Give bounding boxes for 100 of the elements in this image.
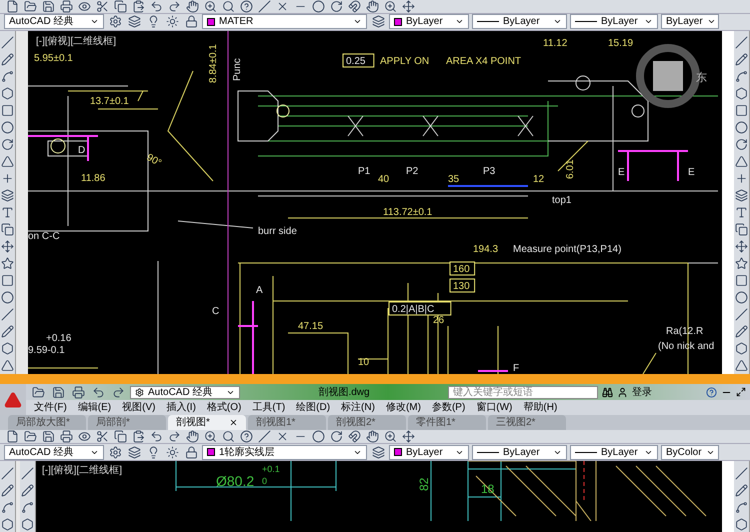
help-icon[interactable]: [238, 430, 254, 444]
menu-item[interactable]: 格式(O): [206, 400, 242, 416]
lineweight-dropdown[interactable]: ByLayer: [570, 444, 658, 460]
spline-icon[interactable]: [0, 68, 15, 85]
move-icon[interactable]: [400, 0, 416, 13]
copy-icon[interactable]: [112, 0, 128, 13]
circle-icon[interactable]: [310, 430, 326, 444]
line-icon[interactable]: [0, 306, 15, 323]
linetype-dropdown[interactable]: ByLayer: [472, 444, 567, 460]
spline-icon[interactable]: [20, 499, 35, 515]
copy-icon[interactable]: [112, 430, 128, 444]
scrollbar[interactable]: [722, 461, 734, 532]
save-icon[interactable]: [50, 384, 66, 400]
arc-icon[interactable]: [734, 136, 749, 153]
circle-icon[interactable]: [0, 120, 15, 136]
document-tab[interactable]: 剖视图2*: [328, 415, 406, 430]
menu-item[interactable]: 视图(V): [122, 400, 156, 416]
scissors-icon[interactable]: [94, 430, 110, 444]
polygon-icon[interactable]: [20, 516, 35, 532]
triangle-icon[interactable]: [734, 358, 749, 374]
rotate-icon[interactable]: [328, 430, 344, 444]
menu-item[interactable]: 文件(F): [34, 400, 67, 416]
search-icon[interactable]: [220, 0, 236, 13]
preview-icon[interactable]: [76, 430, 92, 444]
viewport-label[interactable]: [-][俯视][二维线框]: [36, 34, 116, 49]
document-tab[interactable]: 局部放大图*: [8, 415, 86, 430]
polygon-icon[interactable]: [0, 516, 15, 532]
document-tab[interactable]: 剖视图*: [168, 415, 246, 430]
printer-icon[interactable]: [70, 384, 86, 400]
workspace-dropdown[interactable]: AutoCAD 经典: [4, 444, 104, 460]
lineweight-dropdown[interactable]: ByLayer: [570, 14, 658, 30]
sun-icon[interactable]: [164, 14, 180, 30]
circle-icon[interactable]: [734, 290, 749, 306]
menu-item[interactable]: 绘图(D): [296, 400, 330, 416]
layer-dropdown[interactable]: MATER: [202, 14, 367, 30]
layers-icon[interactable]: [370, 444, 386, 460]
line-icon[interactable]: [256, 430, 272, 444]
polygon-icon[interactable]: [734, 516, 749, 532]
zoom-icon[interactable]: [382, 430, 398, 444]
line-icon[interactable]: [0, 465, 15, 481]
pencil-icon[interactable]: [734, 324, 749, 340]
line-icon[interactable]: [20, 465, 35, 481]
hand-icon[interactable]: [364, 0, 380, 13]
login-link[interactable]: 登录: [632, 384, 652, 400]
layers-icon[interactable]: [126, 14, 142, 30]
move-icon[interactable]: [0, 238, 15, 255]
workspace-dropdown[interactable]: AutoCAD 经典: [4, 14, 104, 30]
zoom-icon[interactable]: [382, 0, 398, 13]
layers-icon[interactable]: [370, 14, 386, 30]
line-icon[interactable]: [734, 34, 749, 51]
close-icon[interactable]: [229, 418, 238, 428]
rotate-icon[interactable]: [328, 0, 344, 13]
pencil-icon[interactable]: [0, 324, 15, 340]
triangle-icon[interactable]: [0, 358, 15, 374]
document-tab[interactable]: 零件图1*: [408, 415, 486, 430]
menu-item[interactable]: 帮助(H): [523, 400, 558, 416]
circle-icon[interactable]: [734, 120, 749, 136]
viewport-label[interactable]: [-][俯视][二维线框]: [42, 463, 122, 478]
rectangle-icon[interactable]: [0, 102, 15, 119]
line-icon[interactable]: [734, 465, 749, 481]
line-icon[interactable]: [0, 34, 15, 51]
star-icon[interactable]: [734, 256, 749, 272]
help-icon[interactable]: [238, 0, 254, 13]
move-icon[interactable]: [400, 430, 416, 444]
document-tab[interactable]: 剖视图1*: [248, 415, 326, 430]
zoom-icon[interactable]: [202, 430, 218, 444]
menu-item[interactable]: 编辑(E): [78, 400, 112, 416]
scrollbar[interactable]: [722, 30, 734, 374]
layers-icon[interactable]: [126, 444, 142, 460]
printer-icon[interactable]: [58, 0, 74, 13]
rectangle-icon[interactable]: [734, 102, 749, 119]
polygon-icon[interactable]: [734, 340, 749, 357]
menu-item[interactable]: 修改(M): [386, 400, 421, 416]
circle-icon[interactable]: [0, 290, 15, 306]
gear-icon[interactable]: [107, 14, 123, 30]
search-icon[interactable]: [220, 430, 236, 444]
hand-icon[interactable]: [184, 0, 200, 13]
polygon-icon[interactable]: [734, 86, 749, 102]
arc-icon[interactable]: [0, 136, 15, 153]
pencil-icon[interactable]: [734, 482, 749, 498]
binoculars-icon[interactable]: [602, 386, 613, 398]
save-icon[interactable]: [40, 0, 56, 13]
linetype-dropdown[interactable]: ByLayer: [472, 14, 567, 30]
printer-icon[interactable]: [58, 430, 74, 444]
help-icon[interactable]: [706, 386, 717, 398]
pencil-icon[interactable]: [734, 52, 749, 68]
maximize-icon[interactable]: [736, 387, 746, 398]
menu-item[interactable]: 工具(T): [252, 400, 286, 416]
scissors-icon[interactable]: [94, 0, 110, 13]
copy-icon[interactable]: [734, 222, 749, 238]
sun-icon[interactable]: [164, 444, 180, 460]
folder-icon[interactable]: [22, 0, 38, 13]
layer-dropdown[interactable]: 1轮廓实线层: [202, 444, 367, 460]
polygon-icon[interactable]: [0, 340, 15, 357]
plotstyle-dropdown[interactable]: ByColor: [661, 444, 719, 460]
gear-icon[interactable]: [107, 444, 123, 460]
rectangle-icon[interactable]: [0, 272, 15, 289]
polygon-icon[interactable]: [0, 86, 15, 102]
triangle-icon[interactable]: [734, 154, 749, 170]
workspace-dropdown[interactable]: AutoCAD 经典: [130, 386, 240, 399]
